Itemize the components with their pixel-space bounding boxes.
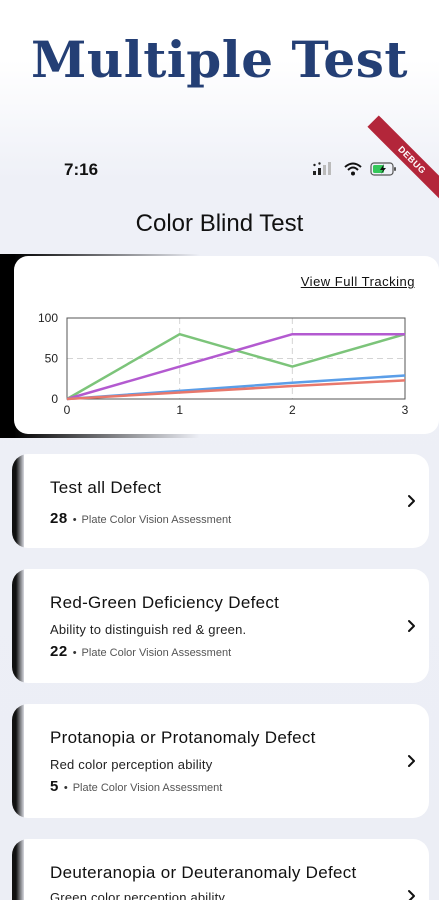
test-card-red-green[interactable]: Red-Green Deficiency Defect Ability to d… bbox=[12, 569, 429, 683]
test-meta: 5 • Plate Color Vision Assessment bbox=[50, 778, 222, 795]
separator-dot: • bbox=[72, 514, 77, 526]
plate-label: Plate Color Vision Assessment bbox=[81, 647, 232, 659]
test-meta: 28 • Plate Color Vision Assessment bbox=[50, 510, 231, 527]
status-time: 7:16 bbox=[64, 160, 99, 179]
wifi-icon bbox=[344, 162, 362, 176]
plate-count: 22 bbox=[50, 643, 68, 660]
test-card-all-defect[interactable]: Test all Defect 28 • Plate Color Vision … bbox=[12, 454, 429, 548]
signal-icon bbox=[313, 162, 331, 175]
plate-count: 28 bbox=[50, 510, 68, 527]
tracking-line-chart: 0 1 2 3 0 50 100 bbox=[38, 311, 409, 417]
x-tick-label: 0 bbox=[64, 403, 71, 417]
card-accent-bar bbox=[12, 839, 24, 900]
promo-banner: Multiple Test bbox=[0, 0, 439, 140]
chevron-right-icon bbox=[408, 890, 415, 900]
test-title: Test all Defect bbox=[50, 478, 162, 497]
test-subtitle: Green color perception ability bbox=[50, 890, 226, 900]
plate-label: Plate Color Vision Assessment bbox=[81, 514, 232, 526]
plate-label: Plate Color Vision Assessment bbox=[72, 782, 223, 794]
chevron-right-icon bbox=[408, 620, 415, 632]
x-tick-label: 2 bbox=[289, 403, 296, 417]
chevron-right-icon bbox=[408, 755, 415, 767]
battery-charging-icon bbox=[370, 162, 396, 176]
y-tick-label: 100 bbox=[38, 311, 58, 325]
separator-dot: • bbox=[72, 647, 77, 659]
status-bar: 7:16 bbox=[0, 150, 439, 190]
x-tick-label: 3 bbox=[402, 403, 409, 417]
status-icons bbox=[312, 162, 398, 176]
test-title: Deuteranopia or Deuteranomaly Defect bbox=[50, 863, 357, 882]
test-subtitle: Ability to distinguish red & green. bbox=[50, 622, 247, 637]
x-tick-label: 1 bbox=[176, 403, 183, 417]
test-card-protanopia[interactable]: Protanopia or Protanomaly Defect Red col… bbox=[12, 704, 429, 818]
plate-count: 5 bbox=[50, 778, 59, 795]
test-meta: 22 • Plate Color Vision Assessment bbox=[50, 643, 231, 660]
separator-dot: • bbox=[63, 782, 68, 794]
y-tick-label: 0 bbox=[51, 392, 58, 406]
banner-title: Multiple Test bbox=[31, 30, 408, 89]
page-title: Color Blind Test bbox=[135, 210, 304, 237]
test-title: Protanopia or Protanomaly Defect bbox=[50, 728, 316, 747]
test-card-deuteranopia[interactable]: Deuteranopia or Deuteranomaly Defect Gre… bbox=[12, 839, 429, 900]
tracking-chart-card: View Full Tracking 0 1 2 3 0 50 100 bbox=[14, 256, 439, 434]
test-subtitle: Red color perception ability bbox=[50, 757, 213, 772]
y-tick-label: 50 bbox=[45, 352, 59, 366]
chevron-right-icon bbox=[408, 495, 415, 507]
card-accent-bar bbox=[12, 704, 24, 818]
card-accent-bar bbox=[12, 569, 24, 683]
test-title: Red-Green Deficiency Defect bbox=[50, 593, 280, 612]
card-accent-bar bbox=[12, 454, 24, 548]
